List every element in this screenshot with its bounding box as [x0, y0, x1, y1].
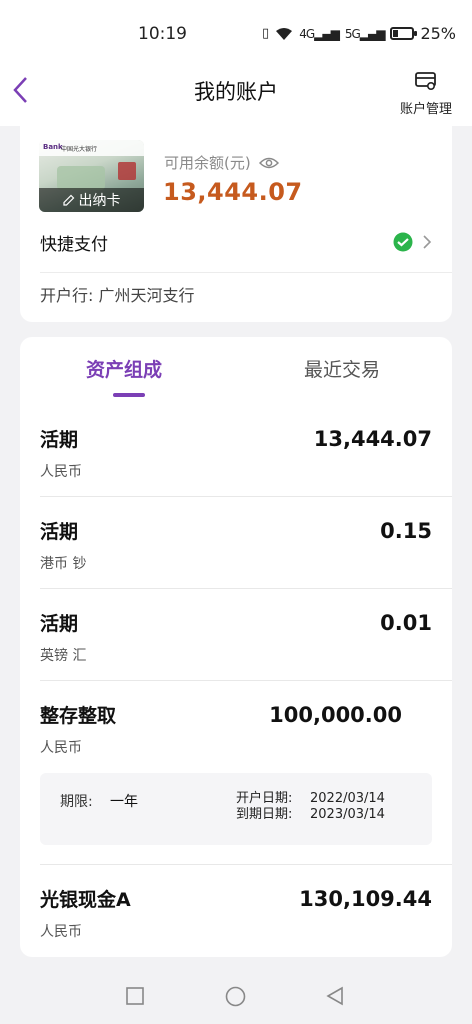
card-artwork — [57, 166, 105, 190]
system-nav-bar — [0, 968, 472, 1024]
asset-row[interactable]: 活期 港币 钞 0.15 — [40, 517, 432, 577]
asset-name: 活期 — [40, 613, 79, 635]
asset-row[interactable]: 活期 人民币 13,444.07 — [40, 425, 432, 485]
account-management-label: 账户管理 — [399, 102, 452, 117]
row-divider — [40, 588, 452, 589]
quick-pay-label: 快捷支付 — [40, 235, 108, 255]
wechat-pay-icon — [393, 232, 413, 252]
account-card: Bank 中国光大银行 出纳卡 可用余额(元) 13,444.07 快捷支付 开… — [20, 126, 452, 322]
account-management-button[interactable]: 账户管理 — [396, 70, 456, 117]
tab-asset-composition[interactable]: 资产组成 — [86, 355, 162, 382]
card-nickname: 出纳卡 — [78, 193, 121, 209]
back-nav-icon[interactable] — [326, 986, 344, 1006]
signal-icon: 4G▂▄▆ — [299, 26, 340, 41]
status-time: 10:19 — [138, 24, 187, 44]
asset-amount: 0.01 — [380, 611, 432, 635]
asset-currency: 人民币 — [40, 464, 82, 480]
edit-icon — [62, 194, 74, 206]
asset-amount: 130,109.44 — [299, 887, 432, 911]
row-divider — [40, 496, 452, 497]
asset-currency: 人民币 — [40, 924, 82, 940]
battery-icon — [390, 27, 418, 40]
asset-amount: 100,000.00 — [269, 703, 402, 727]
wifi-icon — [276, 27, 293, 40]
term-deposit-details: 期限: 一年 开户日期: 2022/03/14 到期日期: 2023/03/14 — [40, 773, 432, 845]
asset-amount: 0.15 — [380, 519, 432, 543]
due-date-label: 到期日期: — [236, 807, 293, 822]
home-icon[interactable] — [225, 986, 246, 1007]
asset-currency: 人民币 — [40, 740, 82, 756]
branch-info: 开户行: 广州天河支行 — [40, 286, 195, 305]
asset-currency: 英镑 汇 — [40, 648, 87, 664]
asset-row[interactable]: 活期 英镑 汇 0.01 — [40, 609, 432, 669]
balance-label-text: 可用余额(元) — [164, 154, 251, 172]
eye-icon[interactable] — [258, 156, 279, 170]
due-date: 2023/03/14 — [310, 807, 385, 822]
card-settings-icon — [415, 72, 436, 91]
recent-apps-icon[interactable] — [126, 987, 144, 1005]
balance-label: 可用余额(元) — [164, 152, 279, 173]
asset-currency: 港币 钞 — [40, 556, 87, 572]
vibrate-icon: ▯ — [262, 26, 270, 41]
term-value: 一年 — [110, 794, 138, 810]
asset-amount: 13,444.07 — [313, 427, 432, 451]
quick-pay-button[interactable] — [392, 232, 432, 252]
card-stamp — [118, 162, 136, 180]
edit-card-name-button[interactable]: 出纳卡 — [39, 188, 144, 212]
header: 我的账户 账户管理 — [0, 58, 472, 126]
bank-logo: Bank — [43, 143, 63, 151]
asset-row[interactable]: 整存整取 人民币 100,000.00 — [40, 701, 432, 761]
row-divider — [40, 680, 452, 681]
divider — [40, 272, 452, 273]
term-label: 期限: — [60, 794, 93, 810]
asset-name: 光银现金A — [40, 889, 131, 911]
status-icons: ▯ 4G▂▄▆ 5G▂▄▆ 25% — [262, 24, 456, 43]
bank-name: 中国光大银行 — [61, 146, 98, 153]
signal-icon-2: 5G▂▄▆ — [344, 26, 386, 41]
open-date: 2022/03/14 — [310, 791, 385, 806]
bank-card-image[interactable]: Bank 中国光大银行 出纳卡 — [39, 140, 144, 212]
row-divider — [40, 864, 452, 865]
term-dates: 开户日期: 2022/03/14 到期日期: 2023/03/14 — [236, 791, 385, 823]
assets-panel: 资产组成 最近交易 活期 人民币 13,444.07 活期 港币 钞 0.15 … — [20, 337, 452, 957]
active-tab-indicator — [113, 393, 145, 397]
asset-name: 活期 — [40, 521, 79, 543]
asset-row[interactable]: 光银现金A 人民币 130,109.44 — [40, 885, 432, 945]
asset-name: 整存整取 — [40, 705, 117, 727]
open-date-label: 开户日期: — [236, 791, 293, 806]
battery-percent: 25% — [420, 24, 456, 43]
chevron-right-icon — [423, 235, 432, 249]
asset-name: 活期 — [40, 429, 79, 451]
balance-value: 13,444.07 — [163, 178, 303, 206]
tab-recent-transactions[interactable]: 最近交易 — [304, 355, 380, 382]
